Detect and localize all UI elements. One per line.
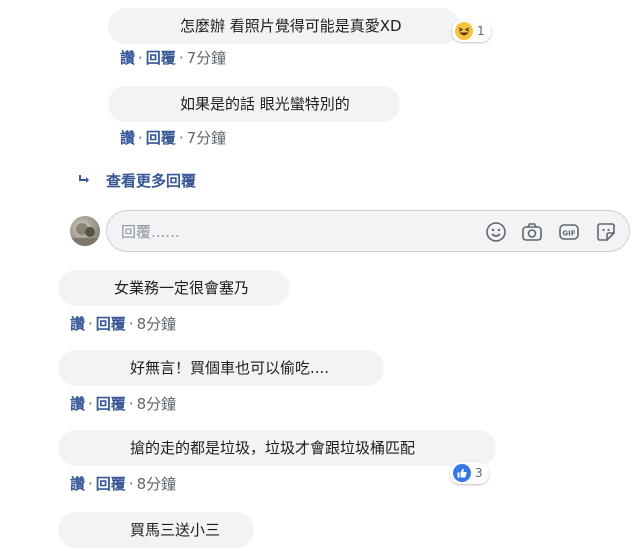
comment-bubble: 買馬三送小三 bbox=[58, 512, 254, 548]
like-icon bbox=[453, 464, 471, 482]
reaction-count: 1 bbox=[477, 24, 485, 38]
camera-icon[interactable] bbox=[521, 221, 543, 243]
comment-actions: 讚 · 回覆 · 8分鐘 bbox=[70, 395, 177, 413]
haha-emoji-icon bbox=[455, 22, 473, 40]
reply-actions: 讚 · 回覆 · 7分鐘 bbox=[120, 129, 227, 147]
reply-input[interactable] bbox=[119, 221, 473, 243]
reaction-badge[interactable]: 1 bbox=[452, 20, 491, 42]
like-link[interactable]: 讚 bbox=[120, 49, 135, 67]
reaction-badge[interactable]: 3 bbox=[450, 462, 489, 484]
reply-bubble: 怎麼辦 看照片覺得可能是真愛XD bbox=[108, 8, 460, 44]
like-link[interactable]: 讚 bbox=[70, 395, 85, 413]
gif-icon[interactable]: GIF bbox=[558, 221, 580, 243]
comment-text: 買馬三送小三 bbox=[130, 521, 221, 539]
reply-composer[interactable]: GIF bbox=[106, 210, 630, 252]
reply-bubble: 如果是的話 眼光蠻特別的 bbox=[108, 86, 400, 122]
like-link[interactable]: 讚 bbox=[120, 129, 135, 147]
timestamp[interactable]: 8分鐘 bbox=[137, 475, 177, 493]
reply-link[interactable]: 回覆 bbox=[96, 475, 126, 493]
smiley-icon[interactable] bbox=[485, 221, 507, 243]
like-link[interactable]: 讚 bbox=[70, 475, 85, 493]
svg-text:GIF: GIF bbox=[562, 230, 575, 238]
reply-actions: 讚 · 回覆 · 7分鐘 bbox=[120, 49, 227, 67]
like-link[interactable]: 讚 bbox=[70, 315, 85, 333]
timestamp[interactable]: 7分鐘 bbox=[187, 49, 227, 67]
comment-bubble: 女業務一定很會塞乃 bbox=[58, 270, 290, 306]
reaction-count: 3 bbox=[475, 466, 483, 480]
reply-arrow-icon bbox=[78, 172, 100, 192]
timestamp[interactable]: 8分鐘 bbox=[137, 395, 177, 413]
view-more-replies-link[interactable]: 查看更多回覆 bbox=[78, 171, 196, 192]
timestamp[interactable]: 7分鐘 bbox=[187, 129, 227, 147]
view-more-replies-label: 查看更多回覆 bbox=[106, 172, 197, 190]
comment-text: 女業務一定很會塞乃 bbox=[114, 279, 250, 297]
avatar bbox=[70, 216, 100, 246]
reply-text: 如果是的話 眼光蠻特別的 bbox=[180, 95, 350, 113]
comment-bubble: 搶的走的都是垃圾，垃圾才會跟垃圾桶匹配 bbox=[58, 430, 496, 466]
timestamp[interactable]: 8分鐘 bbox=[137, 315, 177, 333]
comment-text: 好無言！買個車也可以偷吃.... bbox=[130, 359, 330, 377]
reply-link[interactable]: 回覆 bbox=[146, 49, 176, 67]
reply-link[interactable]: 回覆 bbox=[96, 315, 126, 333]
comment-actions: 讚 · 回覆 · 8分鐘 bbox=[70, 315, 177, 333]
sticker-icon[interactable] bbox=[595, 221, 617, 243]
reply-link[interactable]: 回覆 bbox=[146, 129, 176, 147]
reply-text: 怎麼辦 看照片覺得可能是真愛XD bbox=[180, 17, 402, 35]
comment-bubble: 好無言！買個車也可以偷吃.... bbox=[58, 350, 384, 386]
comment-actions: 讚 · 回覆 · 8分鐘 bbox=[70, 475, 177, 493]
comment-text: 搶的走的都是垃圾，垃圾才會跟垃圾桶匹配 bbox=[130, 439, 416, 457]
reply-link[interactable]: 回覆 bbox=[96, 395, 126, 413]
